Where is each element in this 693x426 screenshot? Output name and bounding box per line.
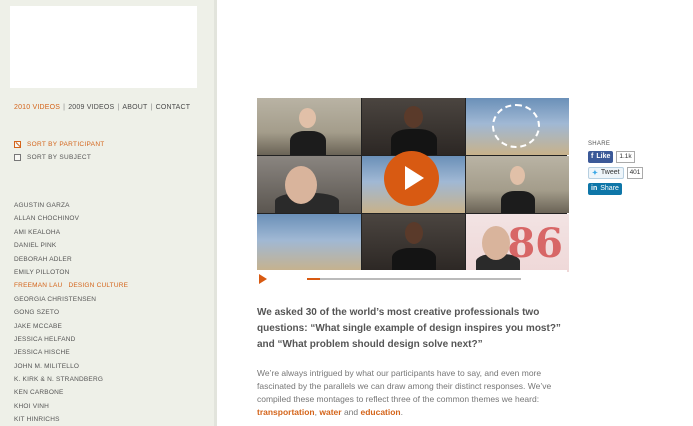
video-thumbnail	[362, 214, 465, 272]
facebook-like-button[interactable]: f Like	[588, 150, 614, 163]
linkedin-share-row: in Share	[588, 182, 643, 195]
participant-item[interactable]: GONG SZETO	[14, 306, 128, 319]
tweet-count: 401	[626, 166, 644, 179]
participant-item[interactable]: JOHN M. MILITELLO	[14, 360, 128, 373]
participant-item[interactable]: KIT HINRICHS	[14, 413, 128, 426]
share-panel: SHARE f Like 1.1k ✦ Tweet 401 in Share	[588, 141, 644, 198]
linkedin-icon: in	[591, 185, 598, 192]
twitter-share-row: ✦ Tweet 401	[588, 166, 644, 179]
play-button-large[interactable]	[384, 151, 439, 206]
transportation-link[interactable]: transportation	[257, 407, 315, 417]
nav-2010-videos[interactable]: 2010 VIDEOS	[14, 104, 60, 111]
play-icon[interactable]	[259, 274, 267, 284]
video-player[interactable]: 86	[257, 98, 569, 288]
sort-by-participant-option[interactable]: SORT BY PARTICIPANT	[14, 141, 105, 148]
logo-area	[10, 6, 197, 88]
participant-item[interactable]: DANIEL PINK	[14, 239, 128, 252]
participant-item[interactable]: AGUSTIN GARZA	[14, 199, 128, 212]
participant-item[interactable]: AMI KEALOHA	[14, 226, 128, 239]
participant-item-active[interactable]: FREEMAN LAU DESIGN CULTURE	[14, 279, 128, 292]
nav-separator: |	[150, 104, 153, 111]
video-thumbnail	[466, 156, 569, 213]
period-text: .	[400, 407, 404, 417]
nav-separator: |	[63, 104, 66, 111]
facebook-like-count: 1.1k	[616, 150, 635, 163]
and-text: and	[341, 407, 361, 417]
body-text-prefix: We’re always intrigued by what our parti…	[257, 368, 552, 404]
share-label: SHARE	[588, 141, 611, 147]
linkedin-share-label: Share	[600, 185, 619, 192]
progress-fill	[307, 278, 320, 280]
body-paragraph: We’re always intrigued by what our parti…	[257, 367, 557, 419]
sort-by-subject-label: SORT BY SUBJECT	[27, 154, 92, 161]
facebook-like-label: Like	[596, 153, 611, 160]
sort-by-participant-label: SORT BY PARTICIPANT	[27, 141, 105, 148]
nav-2009-videos[interactable]: 2009 VIDEOS	[68, 104, 114, 111]
facebook-icon: f	[591, 153, 594, 160]
intro-heading: We asked 30 of the world’s most creative…	[257, 307, 561, 350]
video-thumbnail	[257, 98, 361, 155]
video-thumbnail	[362, 98, 465, 155]
participant-item[interactable]: DEBORAH ADLER	[14, 253, 128, 266]
checkbox-checked-icon[interactable]	[14, 141, 21, 148]
participant-item[interactable]: K. KIRK & N. STRANDBERG	[14, 373, 128, 386]
video-thumbnail	[257, 214, 361, 272]
red-86-graphic: 86	[507, 220, 563, 267]
twitter-bird-icon: ✦	[592, 169, 598, 177]
participant-item[interactable]: EMILY PILLOTON	[14, 266, 128, 279]
video-controls	[257, 270, 567, 288]
participant-item[interactable]: JESSICA HELFAND	[14, 333, 128, 346]
participant-subject-link[interactable]: DESIGN CULTURE	[68, 282, 128, 289]
participant-item[interactable]: JAKE MCCABE	[14, 320, 128, 333]
video-thumbnail	[466, 98, 569, 155]
participant-item[interactable]: GEORGIA CHRISTENSEN	[14, 293, 128, 306]
tweet-button[interactable]: ✦ Tweet	[588, 166, 624, 179]
participant-item[interactable]: KHOI VINH	[14, 400, 128, 413]
participant-list: AGUSTIN GARZA ALLAN CHOCHINOV AMI KEALOH…	[14, 199, 128, 426]
water-link[interactable]: water	[319, 407, 341, 417]
checkbox-unchecked-icon[interactable]	[14, 154, 21, 161]
video-thumbnail: 86	[466, 214, 569, 272]
participant-name: FREEMAN LAU	[14, 282, 63, 290]
education-link[interactable]: education	[360, 407, 400, 417]
nav-about[interactable]: ABOUT	[122, 104, 147, 111]
nav-contact[interactable]: CONTACT	[156, 104, 191, 111]
facebook-share-row: f Like 1.1k	[588, 150, 643, 163]
tweet-label: Tweet	[600, 169, 620, 176]
participant-item[interactable]: ALLAN CHOCHINOV	[14, 212, 128, 225]
video-thumbnail	[257, 156, 361, 213]
participant-item[interactable]: JESSICA HISCHE	[14, 346, 128, 359]
progress-bar[interactable]	[307, 278, 521, 280]
sidebar-divider	[214, 0, 217, 426]
sort-by-subject-option[interactable]: SORT BY SUBJECT	[14, 154, 91, 161]
top-nav: 2010 VIDEOS | 2009 VIDEOS | ABOUT | CONTACT	[14, 104, 190, 111]
linkedin-share-button[interactable]: in Share	[588, 182, 622, 195]
nav-separator: |	[117, 104, 120, 111]
participant-item[interactable]: KEN CARBONE	[14, 386, 128, 399]
